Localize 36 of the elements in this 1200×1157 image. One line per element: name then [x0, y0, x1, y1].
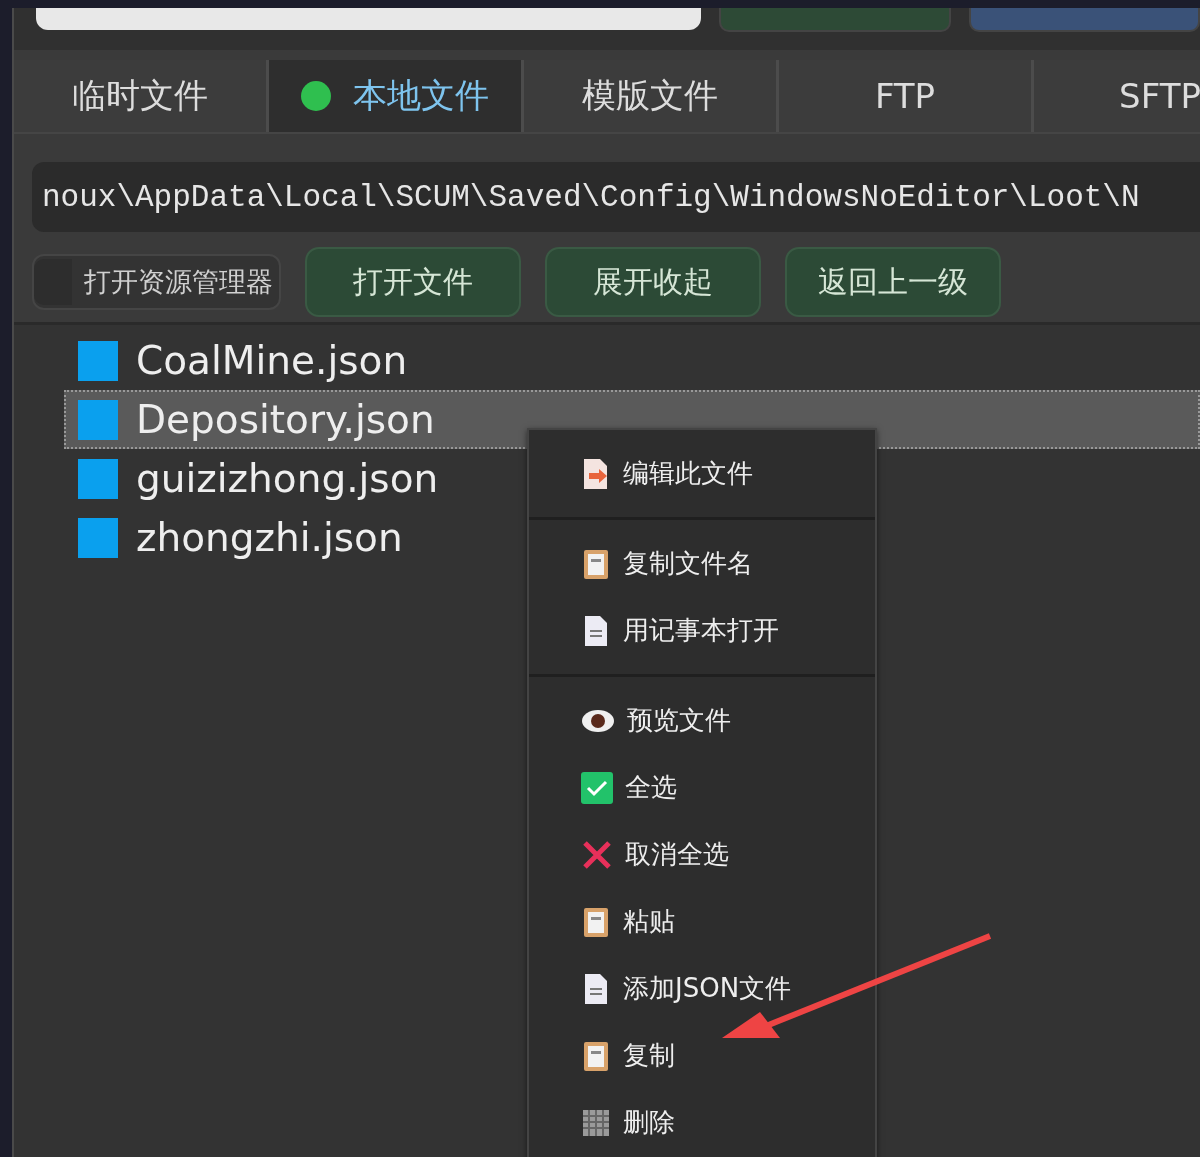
file-icon: [78, 517, 118, 558]
file-row[interactable]: CoalMine.json: [64, 331, 418, 390]
action-button[interactable]: 打开文件: [305, 247, 521, 317]
menu-item[interactable]: 复制文件名: [529, 530, 875, 597]
file-name: zhongzhi.json: [136, 515, 403, 560]
menu-item[interactable]: 添加JSON文件: [529, 955, 875, 1022]
file-icon: [78, 399, 118, 440]
file-icon: [78, 340, 118, 381]
menu-item[interactable]: 粘贴: [529, 888, 875, 955]
file-row[interactable]: zhongzhi.json: [64, 508, 413, 567]
checkbox-label: 打开资源管理器: [84, 265, 273, 299]
file-name: CoalMine.json: [136, 338, 408, 383]
toolbar-button[interactable]: [968, 8, 1200, 32]
file-name: Depository.json: [136, 397, 435, 442]
file-icon: [78, 458, 118, 499]
path-field[interactable]: noux\AppData\Local\SCUM\Saved\Config\WindowsNoEditor\Loot\N: [32, 162, 1200, 232]
file-name: guizizhong.json: [136, 456, 439, 501]
toolbar-button[interactable]: [719, 8, 951, 32]
menu-item[interactable]: 预览文件: [529, 687, 875, 754]
explorer-checkbox[interactable]: 打开资源管理器: [32, 254, 281, 310]
menu-item[interactable]: 复制: [529, 1022, 875, 1089]
action-button[interactable]: 展开收起: [545, 247, 761, 317]
menu-item[interactable]: 用记事本打开: [529, 597, 875, 664]
file-row[interactable]: guizizhong.json: [64, 449, 449, 508]
checkbox[interactable]: [34, 259, 72, 305]
text-field[interactable]: [36, 8, 701, 30]
tab[interactable]: 本地文件: [269, 60, 524, 132]
menu-item[interactable]: 全选: [529, 754, 875, 821]
trash-icon: [581, 1107, 611, 1138]
action-button[interactable]: 返回上一级: [785, 247, 1001, 317]
menu-item[interactable]: 取消全选: [529, 821, 875, 888]
menu-item[interactable]: 删除: [529, 1089, 875, 1156]
status-dot: [301, 81, 331, 111]
close-icon: [581, 838, 613, 871]
checkbox-icon: [581, 771, 613, 804]
eye-icon: [581, 707, 615, 734]
